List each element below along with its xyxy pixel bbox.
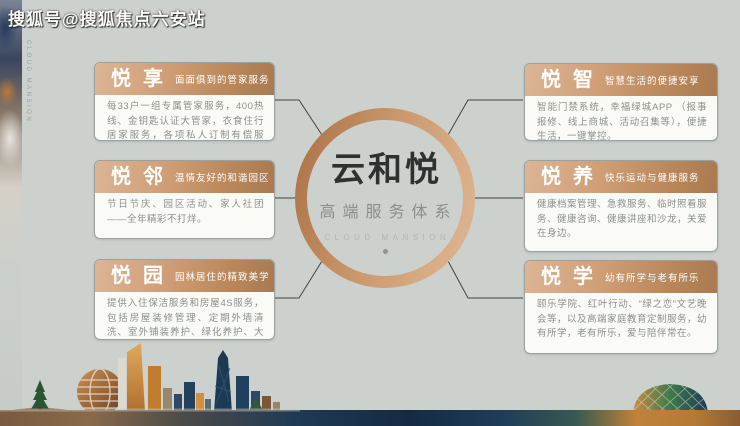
panel-tagline: 智慧生活的便捷安享	[605, 73, 700, 87]
panel-title: 悦学	[541, 267, 605, 287]
panel-title: 悦智	[541, 70, 605, 90]
panel-tagline: 温情友好的和谐园区	[175, 170, 270, 184]
panel-tagline: 面面俱到的管家服务	[175, 72, 270, 86]
strip-vertical-caption: CLOUD MANSION	[25, 40, 31, 123]
panel-description: 颐乐学院、红叶行动、“绿之恋”文艺晚会等，以及高端家庭教育定制服务，幼有所学，老…	[525, 293, 717, 342]
panel-yue-lin: 悦邻 温情友好的和谐园区 节日节庆、园区活动、家人社团——全年精彩不打烊。	[94, 160, 275, 239]
brand-title: 云和悦	[328, 142, 442, 191]
panel-title: 悦享	[111, 69, 175, 89]
right-building-cluster	[236, 376, 280, 412]
city-skyline-illustration	[0, 336, 740, 426]
panel-header: 悦学 幼有所学与老有所乐	[525, 261, 717, 293]
panel-tagline: 园林居住的精致美学	[175, 269, 270, 283]
brand-english-label: CLOUD MANSION	[320, 233, 451, 242]
panel-yue-yang: 悦养 快乐运动与健康服务 健康档案管理、急救服务、临时照看服务、健康咨询、健康讲…	[524, 160, 718, 252]
panel-title: 悦养	[541, 167, 605, 187]
panel-description: 提供入住保洁服务和房屋4S服务，包括房屋装修管理、定期外墙清洗、室外铺装养护、绿…	[95, 292, 274, 340]
dot-ornament	[383, 249, 388, 254]
panel-title: 悦园	[111, 266, 175, 286]
panel-yue-zhi: 悦智 智慧生活的便捷安享 智能门禁系统，幸福绿城APP （报事报修、线上商城、活…	[524, 63, 718, 141]
panel-tagline: 幼有所学与老有所乐	[605, 270, 700, 284]
sohu-watermark: 搜狐号@搜狐焦点六安站	[8, 5, 206, 30]
infographic-canvas: CLOUD MANSION 搜狐号@搜狐焦点六安站 云和悦 高端服务体系 CLO…	[0, 0, 740, 426]
panel-description: 节日节庆、园区活动、家人社团——全年精彩不打烊。	[95, 193, 274, 227]
panel-header: 悦园 园林居住的精致美学	[95, 260, 274, 292]
panel-header: 悦养 快乐运动与健康服务	[525, 161, 717, 193]
center-circle-content: 云和悦 高端服务体系 CLOUD MANSION	[307, 120, 463, 276]
skyscraper-cluster	[118, 343, 211, 412]
panel-yue-xiang: 悦享 面面俱到的管家服务 每33户一组专属管家服务，400热线、金钥匙认证大管家…	[94, 62, 275, 141]
panel-yue-yuan: 悦园 园林居住的精致美学 提供入住保洁服务和房屋4S服务，包括房屋装修管理、定期…	[94, 259, 275, 340]
panel-header: 悦享 面面俱到的管家服务	[95, 63, 274, 95]
brand-subtitle: 高端服务体系	[312, 198, 457, 222]
panel-tagline: 快乐运动与健康服务	[605, 170, 700, 184]
twisted-tower-icon	[214, 350, 232, 412]
panel-header: 悦邻 温情友好的和谐园区	[95, 161, 274, 193]
panel-description: 智能门禁系统，幸福绿城APP （报事报修、线上商城、活动召集等），便捷生活，一键…	[525, 96, 717, 141]
panel-description: 健康档案管理、急救服务、临时照看服务、健康咨询、健康讲座和沙龙，关爱在身边。	[525, 193, 717, 242]
panel-header: 悦智 智慧生活的便捷安享	[525, 64, 717, 96]
panel-title: 悦邻	[111, 167, 175, 187]
center-circle: 云和悦 高端服务体系 CLOUD MANSION	[295, 108, 475, 288]
tree-icon	[31, 380, 49, 409]
waterfront-strip	[0, 410, 740, 426]
panel-description: 每33户一组专属管家服务，400热线、金钥匙认证大管家，衣食住行居家服务，各项私…	[95, 95, 274, 141]
